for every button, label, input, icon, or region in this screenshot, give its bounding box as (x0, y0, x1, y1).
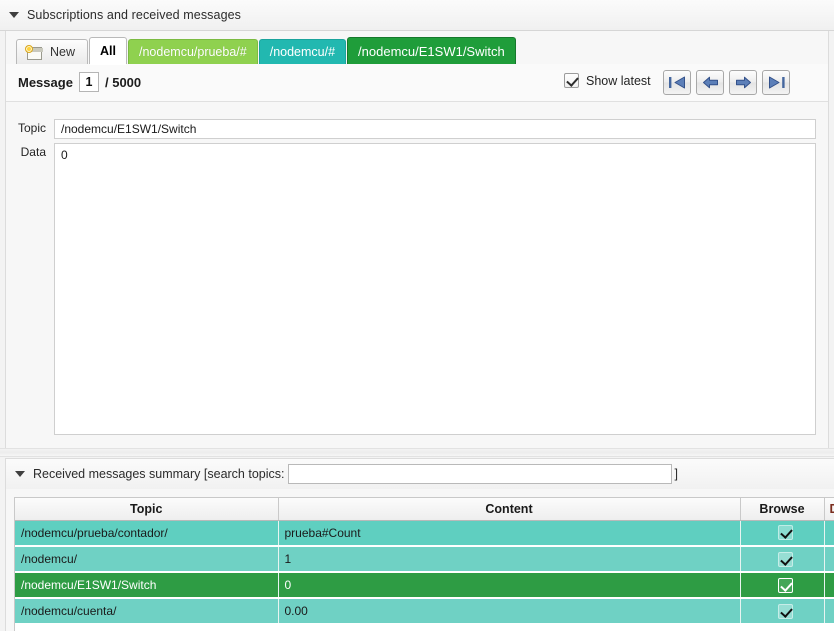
tab-nodemcu-prueba-label: /nodemcu/prueba/# (139, 45, 247, 59)
message-navigation (663, 70, 790, 95)
summary-table-container[interactable]: Topic Content Browse D /nodemcu/prueba/c… (14, 497, 834, 631)
cell-content: 0.00 (278, 598, 741, 625)
table-row[interactable]: /nodemcu/ 1 (15, 546, 834, 573)
table-row[interactable]: /nodemcu/prueba/contador/ prueba#Count (15, 520, 834, 547)
cell-topic: /nodemcu/prueba/contador/ (15, 520, 279, 547)
panel-splitter[interactable] (0, 448, 834, 457)
subscriptions-section-header[interactable]: Subscriptions and received messages (0, 0, 834, 31)
skip-first-icon (668, 76, 685, 89)
cell-browse[interactable] (740, 572, 825, 599)
table-row[interactable]: /nodemcu/E1SW1/Switch 0 (15, 572, 834, 599)
topic-label: Topic (17, 121, 46, 135)
summary-title-suffix: ] (674, 467, 678, 481)
arrow-left-icon (702, 76, 718, 89)
tab-new-label: New (50, 45, 76, 59)
received-messages-summary-panel: Received messages summary [search topics… (5, 458, 834, 631)
column-header-topic[interactable]: Topic (15, 498, 279, 521)
cell-topic: /nodemcu/cuenta/ (15, 598, 279, 625)
cell-topic: /nodemcu/ (15, 546, 279, 573)
table-header-row: Topic Content Browse D (15, 498, 834, 521)
message-index-field[interactable]: 1 (79, 72, 99, 92)
tab-nodemcu-prueba[interactable]: /nodemcu/prueba/# (128, 39, 258, 64)
tab-all-label: All (100, 44, 116, 58)
data-textarea[interactable]: 0 (54, 143, 816, 435)
cell-delete[interactable] (824, 598, 834, 625)
message-label: Message (18, 75, 73, 90)
browse-checkbox[interactable] (777, 603, 793, 619)
new-tab-icon (25, 44, 43, 60)
browse-checkbox[interactable] (777, 551, 793, 567)
column-header-browse[interactable]: Browse (740, 498, 825, 521)
next-message-button[interactable] (729, 70, 757, 95)
cell-content: 0 (278, 572, 741, 599)
triangle-down-icon[interactable] (15, 471, 25, 477)
cell-content: 1 (278, 546, 741, 573)
tab-nodemcu-wildcard[interactable]: /nodemcu/# (258, 39, 347, 64)
tab-nodemcu-e1sw1-switch[interactable]: /nodemcu/E1SW1/Switch (347, 37, 516, 64)
browse-checkbox[interactable] (777, 525, 793, 541)
show-latest-label: Show latest (586, 73, 651, 88)
data-field-row: Data 0 (6, 143, 816, 435)
tab-all[interactable]: All (89, 37, 127, 65)
topic-input[interactable] (54, 119, 816, 139)
tab-nodemcu-e1sw1-switch-label: /nodemcu/E1SW1/Switch (358, 43, 505, 59)
cell-browse[interactable] (740, 520, 825, 547)
table-row[interactable]: /nodemcu/cuenta/ 0.00 (15, 598, 834, 625)
subscription-tabs: New All /nodemcu/prueba/# /nodemcu/# /no… (6, 36, 516, 65)
show-latest-toggle[interactable]: Show latest (564, 73, 651, 88)
triangle-down-icon[interactable] (9, 12, 19, 18)
tab-new[interactable]: New (16, 39, 89, 64)
summary-header: Received messages summary [search topics… (6, 459, 834, 489)
topic-field-row: Topic (6, 119, 816, 139)
message-toolbar: Message 1 / 5000 Show latest (6, 64, 828, 102)
skip-last-icon (768, 76, 785, 89)
browse-checkbox[interactable] (777, 577, 793, 593)
cell-delete[interactable] (824, 546, 834, 573)
cell-browse[interactable] (740, 598, 825, 625)
cell-topic: /nodemcu/E1SW1/Switch (15, 572, 279, 599)
first-message-button[interactable] (663, 70, 691, 95)
cell-content: prueba#Count (278, 520, 741, 547)
last-message-button[interactable] (762, 70, 790, 95)
page-title: Subscriptions and received messages (27, 8, 242, 22)
column-header-content[interactable]: Content (278, 498, 741, 521)
cell-delete[interactable] (824, 572, 834, 599)
cell-browse[interactable] (740, 546, 825, 573)
summary-title: Received messages summary [search topics… (33, 467, 285, 481)
summary-table: Topic Content Browse D /nodemcu/prueba/c… (15, 498, 834, 625)
cell-delete[interactable] (824, 520, 834, 547)
mqtt-client-window: Subscriptions and received messages New … (0, 0, 834, 631)
show-latest-checkbox[interactable] (564, 73, 579, 88)
previous-message-button[interactable] (696, 70, 724, 95)
arrow-right-icon (735, 76, 751, 89)
search-topics-input[interactable] (288, 464, 673, 484)
data-label: Data (20, 145, 46, 159)
column-header-delete[interactable]: D (824, 498, 834, 521)
message-total-label: / 5000 (105, 75, 142, 90)
tab-nodemcu-wildcard-label: /nodemcu/# (269, 45, 336, 59)
subscriptions-panel: New All /nodemcu/prueba/# /nodemcu/# /no… (5, 31, 829, 456)
